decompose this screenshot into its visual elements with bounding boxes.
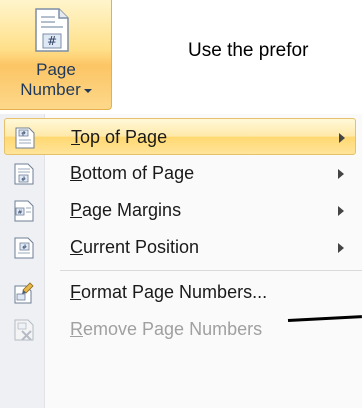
menu-item-label: Page Margins bbox=[70, 200, 182, 220]
menu-item-label: Current Position bbox=[70, 237, 200, 257]
current-position-icon: # bbox=[14, 237, 34, 259]
page-top-icon: # bbox=[15, 127, 35, 149]
submenu-arrow-icon bbox=[339, 133, 345, 143]
page-number-label-line1: Page bbox=[36, 60, 76, 79]
menu-item-label: Remove Page Numbers bbox=[70, 319, 263, 339]
format-page-numbers-icon bbox=[14, 282, 34, 304]
menu-item-label: Format Page Numbers... bbox=[70, 282, 268, 302]
page-number-button[interactable]: # Page Number bbox=[0, 0, 112, 110]
page-number-icon: # bbox=[35, 8, 69, 52]
hint-text: Use the prefor bbox=[188, 40, 309, 61]
menu-item-top-of-page[interactable]: # Top of Page bbox=[4, 118, 356, 155]
page-number-menu: # Top of Page # Bottom of Page # Page Ma… bbox=[0, 114, 362, 408]
svg-text:#: # bbox=[22, 244, 27, 251]
page-bottom-icon: # bbox=[14, 163, 34, 185]
menu-item-remove-page-numbers: Remove Page Numbers bbox=[4, 311, 356, 348]
menu-item-current-position[interactable]: # Current Position bbox=[4, 229, 356, 266]
dropdown-caret-icon bbox=[83, 88, 92, 93]
svg-text:#: # bbox=[47, 34, 57, 48]
svg-text:#: # bbox=[21, 176, 26, 183]
svg-text:#: # bbox=[17, 209, 22, 216]
menu-item-bottom-of-page[interactable]: # Bottom of Page bbox=[4, 155, 356, 192]
svg-text:#: # bbox=[21, 131, 26, 138]
menu-item-label: Bottom of Page bbox=[70, 163, 195, 183]
menu-separator bbox=[60, 270, 362, 271]
page-number-label-line2: Number bbox=[0, 80, 112, 100]
submenu-arrow-icon bbox=[338, 243, 344, 253]
menu-item-page-margins[interactable]: # Page Margins bbox=[4, 192, 356, 229]
submenu-arrow-icon bbox=[338, 206, 344, 216]
submenu-arrow-icon bbox=[338, 169, 344, 179]
remove-page-numbers-icon bbox=[14, 319, 34, 341]
page-margins-icon: # bbox=[14, 200, 34, 222]
menu-item-label: Top of Page bbox=[71, 127, 168, 147]
menu-item-format-page-numbers[interactable]: Format Page Numbers... bbox=[4, 274, 356, 311]
